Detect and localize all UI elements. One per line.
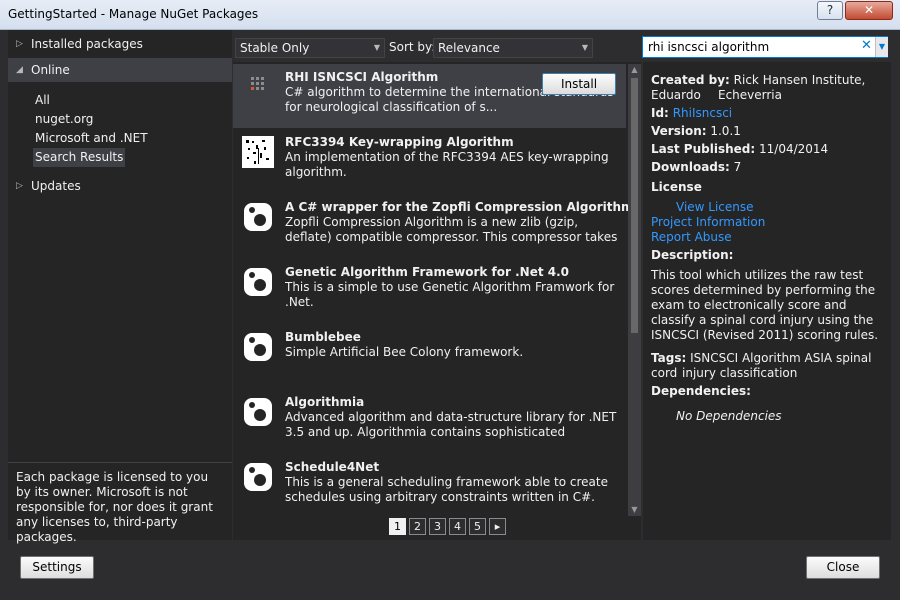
package-list-scrollbar[interactable]: ▲ ▼ [628,64,641,516]
expand-arrow-icon: ▷ [16,181,23,191]
package-tags-continued: injury classification [682,366,798,380]
package-description: Advanced algorithm and data-structure li… [285,410,617,439]
search-dropdown-icon[interactable]: ▼ [875,37,888,57]
package-description: An implementation of the RFC3394 AES key… [285,150,609,179]
chevron-down-icon: ▼ [373,43,380,52]
dependencies-value: No Dependencies [676,409,782,423]
close-button[interactable]: Close [806,556,880,579]
dependencies-heading: Dependencies: [651,384,751,398]
license-heading: License [651,180,702,194]
package-item-bumblebee[interactable]: Bumblebee Simple Artificial Bee Colony f… [233,324,626,388]
page-button-4[interactable]: 4 [449,518,466,535]
package-list: RHI ISNCSCI Algorithm C# algorithm to de… [233,62,641,540]
page-button-5[interactable]: 5 [469,518,486,535]
package-description: This is a simple to use Genetic Algorith… [285,280,615,309]
page-button-1[interactable]: 1 [389,518,406,535]
sort-dropdown[interactable]: Relevance ▼ [433,38,593,58]
package-name: Schedule4Net [285,460,380,474]
clear-search-icon[interactable]: ✕ [861,38,872,53]
online-item-microsoft-dotnet[interactable]: Microsoft and .NET [35,129,148,148]
scroll-down-icon[interactable]: ▼ [628,504,641,516]
install-button[interactable]: Install [542,73,616,95]
sidebar: ▷ Installed packages ◢ Online All nuget.… [8,30,232,544]
package-name: Genetic Algorithm Framework for .Net 4.0 [285,265,570,279]
online-item-search-results[interactable]: Search Results [33,148,126,167]
nuget-package-icon [244,203,272,231]
license-note: Each package is licensed to you by its o… [16,470,213,544]
scrollbar-thumb[interactable] [631,78,638,333]
stability-dropdown[interactable]: Stable Only ▼ [235,38,385,58]
collapse-arrow-icon: ◢ [16,65,23,75]
package-description-full: This tool which utilizes the raw test sc… [651,268,879,342]
tree-installed-packages[interactable]: ▷ Installed packages [8,32,232,56]
package-item-genetic-algorithm[interactable]: Genetic Algorithm Framework for .Net 4.0… [233,259,626,323]
page-button-3[interactable]: 3 [429,518,446,535]
view-license-link[interactable]: View License [676,200,754,215]
package-id-link[interactable]: RhiIsncsci [673,106,732,120]
settings-button[interactable]: Settings [20,556,94,579]
window-close-button[interactable]: ✕ [845,1,893,20]
nuget-package-icon [244,398,272,426]
package-item-rhi-isncsci[interactable]: RHI ISNCSCI Algorithm C# algorithm to de… [233,64,626,128]
created-by-continued: Echeverria [718,88,782,102]
online-item-nuget-org[interactable]: nuget.org [35,110,93,129]
package-details: Created by: Rick Hansen Institute, Eduar… [643,62,891,540]
help-button[interactable]: ? [817,1,843,20]
project-information-link[interactable]: Project Information [651,215,765,230]
tree-online[interactable]: ◢ Online [8,58,232,82]
package-name: A C# wrapper for the Zopfli Compression … [285,200,634,214]
last-published: Last Published: 11/04/2014 [651,142,829,156]
window-title: GettingStarted - Manage NuGet Packages [8,7,259,21]
downloads-count: Downloads: 7 [651,160,742,174]
package-id: Id: RhiIsncsci [651,106,733,120]
package-item-rfc3394[interactable]: RFC3394 Key-wrapping Algorithm An implem… [233,129,626,193]
package-name: RFC3394 Key-wrapping Algorithm [285,135,514,149]
search-box[interactable]: ✕ ▼ [642,36,888,58]
page-button-2[interactable]: 2 [409,518,426,535]
report-abuse-link[interactable]: Report Abuse [651,230,732,245]
package-grid-icon [251,77,264,90]
package-name: RHI ISNCSCI Algorithm [285,70,439,84]
package-name: Bumblebee [285,330,361,344]
online-item-all[interactable]: All [35,91,50,110]
next-page-button[interactable]: ▸ [489,518,506,535]
scroll-up-icon[interactable]: ▲ [628,64,641,76]
qr-code-icon [242,136,274,168]
sort-by-label: Sort by: [389,40,436,54]
nuget-package-icon [244,268,272,296]
package-name: Algorithmia [285,395,365,409]
description-heading: Description: [651,248,734,262]
package-description: Simple Artificial Bee Colony framework. [285,345,524,359]
package-description: This is a general scheduling framework a… [285,475,608,504]
expand-arrow-icon: ▷ [16,39,23,49]
nuget-package-icon [244,333,272,361]
package-item-zopfli[interactable]: A C# wrapper for the Zopfli Compression … [233,194,634,258]
package-version: Version: 1.0.1 [651,124,741,138]
package-item-algorithmia[interactable]: Algorithmia Advanced algorithm and data-… [233,389,626,453]
tree-updates[interactable]: ▷ Updates [8,174,232,198]
package-item-schedule4net[interactable]: Schedule4Net This is a general schedulin… [233,454,626,518]
sidebar-divider [8,462,232,463]
chevron-down-icon: ▼ [581,43,588,52]
search-input[interactable] [643,37,858,57]
nuget-package-icon [244,463,272,491]
package-description: Zopfli Compression Algorithm is a new zl… [285,215,618,244]
title-bar: GettingStarted - Manage NuGet Packages ?… [0,0,900,30]
